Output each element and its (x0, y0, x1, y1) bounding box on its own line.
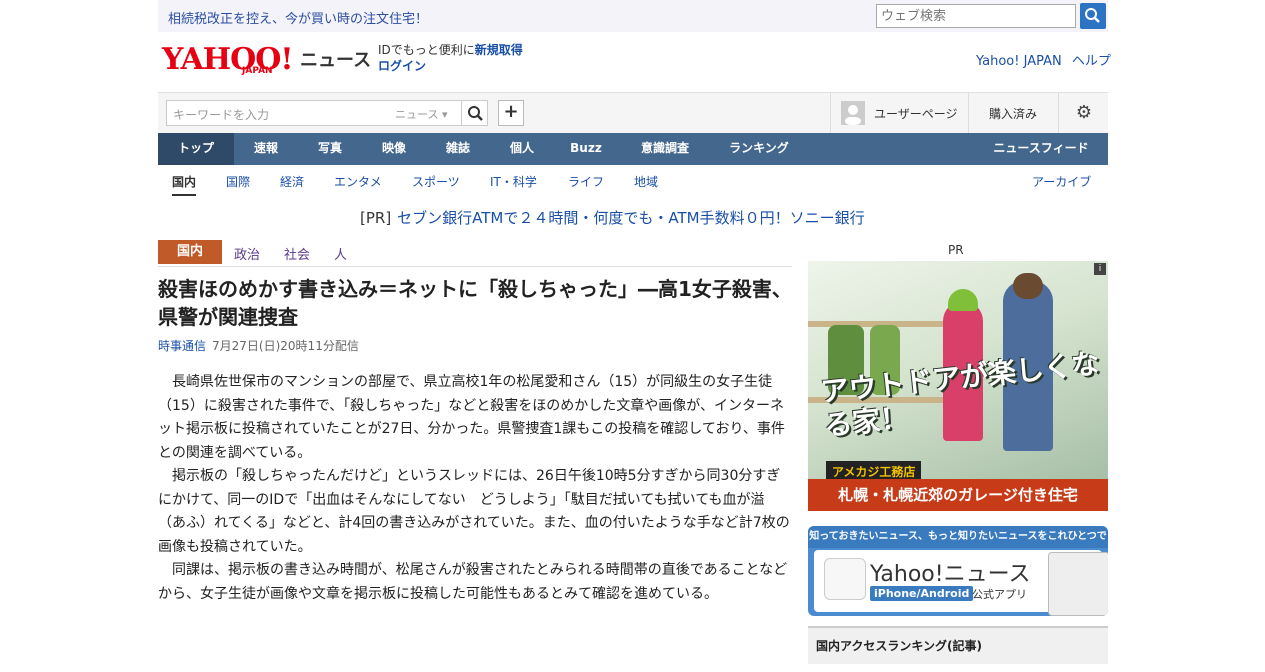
purchased-link[interactable]: 購入済み (968, 93, 1059, 133)
nav-tab-photo[interactable]: 写真 (298, 133, 362, 165)
nav-tab-top[interactable]: トップ (158, 133, 234, 165)
category-row: 国内 政治 社会 人 (158, 240, 792, 267)
article-title: 殺害ほのめかす書き込み＝ネットに「殺しちゃった」―高1女子殺害、県警が関連捜査 (158, 277, 792, 329)
settings-button[interactable]: ⚙ (1058, 93, 1109, 133)
search-icon (1085, 8, 1100, 23)
purchased-label: 購入済み (989, 107, 1038, 121)
subnav-region[interactable]: 地域 (634, 173, 658, 190)
app-icon (824, 558, 866, 600)
search-toolbar: キーワードを入力 ニュース ▾ + ユーザーページ 購入済み ⚙ (158, 92, 1108, 133)
nav-tab-ranking[interactable]: ランキング (712, 133, 806, 165)
phone-icon (1048, 552, 1108, 616)
category-badge[interactable]: 国内 (158, 240, 222, 264)
user-icon (845, 105, 861, 125)
article-source-link[interactable]: 時事通信 (158, 339, 206, 353)
user-page-link[interactable]: ユーザーページ (830, 93, 969, 133)
login-link[interactable]: ログイン (378, 59, 426, 73)
subnav-economy[interactable]: 経済 (280, 173, 304, 190)
user-page-label: ユーザーページ (874, 107, 958, 121)
keyword-search-input[interactable]: キーワードを入力 ニュース ▾ (166, 100, 488, 126)
article-paragraph: 掲示板の「殺しちゃったんだけど」というスレッドには、26日午後10時5分すぎから… (158, 468, 790, 555)
app-platform: iPhone/Android (870, 586, 974, 601)
article-paragraph: 長崎県佐世保市のマンションの部屋で、県立高校1年の松尾愛和さん（15）が同級生の… (158, 374, 785, 461)
help-link[interactable]: ヘルプ (1072, 54, 1111, 69)
app-official: 公式アプリ (972, 588, 1027, 601)
article-meta: 時事通信 7月27日(日)20時11分配信 (158, 337, 359, 354)
ad-tagline: 札幌・札幌近郊のガレージ付き住宅 (808, 479, 1108, 511)
yahoo-japan-link[interactable]: Yahoo! JAPAN (976, 54, 1062, 69)
category-link-people[interactable]: 人 (334, 244, 347, 263)
header-links: Yahoo! JAPAN ヘルプ (970, 50, 1111, 69)
web-search-button[interactable] (1080, 3, 1106, 29)
app-name: Yahoo!ニュース (870, 562, 1031, 587)
gear-icon: ⚙ (1075, 102, 1093, 123)
sidebar-pr-label: PR (948, 243, 964, 257)
display-ad-banner[interactable]: アウトドアが楽しくなる家！ アメカジ工務店 札幌・札幌近郊のガレージ付き住宅 i (808, 261, 1108, 511)
plus-icon: + (503, 101, 519, 122)
main-nav: トップ 速報 写真 映像 雑誌 個人 Buzz 意識調査 ランキング ニュースフ… (158, 133, 1108, 165)
register-link[interactable]: 新規取得 (475, 43, 523, 57)
nav-tab-video[interactable]: 映像 (362, 133, 426, 165)
keyword-search-button[interactable] (461, 101, 488, 125)
app-promo-panel: Yahoo!ニュース iPhone/Android 公式アプリ (814, 550, 1108, 616)
app-promo-caption: 知っておきたいニュース、もっと知りたいニュースをこれひとつで (808, 526, 1108, 548)
add-button[interactable]: + (498, 100, 524, 126)
pr-ad-link[interactable]: セブン銀行ATMで２４時間・何度でも・ATM手数料０円！ソニー銀行 (397, 209, 864, 227)
article-body: 長崎県佐世保市のマンションの部屋で、県立高校1年の松尾愛和さん（15）が同級生の… (158, 371, 792, 606)
subnav-entertainment[interactable]: エンタメ (334, 173, 382, 190)
web-search-input[interactable] (876, 4, 1076, 28)
subnav-life[interactable]: ライフ (568, 173, 604, 190)
category-link-society[interactable]: 社会 (284, 244, 310, 263)
subnav-it-science[interactable]: IT・科学 (490, 173, 537, 190)
promo-link[interactable]: 相続税改正を控え、今が買い時の注文住宅！ (168, 8, 428, 27)
pr-tag: [PR] (360, 209, 392, 227)
id-promo: IDでもっと便利に新規取得 ログイン (378, 42, 523, 74)
nav-tab-flash[interactable]: 速報 (234, 133, 298, 165)
logo-sub: JAPAN (242, 66, 273, 76)
article-date: 7月27日(日)20時11分配信 (212, 339, 359, 353)
search-icon (468, 106, 483, 121)
chevron-down-icon: ▾ (441, 108, 448, 121)
article-paragraph: 同課は、掲示板の書き込み時間が、松尾さんが殺害されたとみられる時間帯の直後である… (158, 562, 788, 602)
nav-tab-magazine[interactable]: 雑誌 (426, 133, 490, 165)
news-section-title: ニュース (300, 50, 372, 71)
category-link-politics[interactable]: 政治 (234, 244, 260, 263)
nav-tab-survey[interactable]: 意識調査 (618, 133, 712, 165)
app-promo-banner[interactable]: 知っておきたいニュース、もっと知りたいニュースをこれひとつで Yahoo!ニュー… (808, 526, 1108, 616)
top-promo-bar: 相続税改正を控え、今が買い時の注文住宅！ (158, 0, 1108, 32)
pr-text-ad: [PR] セブン銀行ATMで２４時間・何度でも・ATM手数料０円！ソニー銀行 (360, 207, 865, 228)
ranking-header: 国内アクセスランキング(記事) (808, 626, 1108, 664)
subnav-international[interactable]: 国際 (226, 173, 250, 190)
nav-tab-buzz[interactable]: Buzz (554, 133, 618, 165)
ad-person-head (948, 289, 978, 311)
subnav-archive[interactable]: アーカイブ (1032, 173, 1091, 190)
avatar (841, 101, 865, 125)
id-promo-text: IDでもっと便利に (378, 43, 475, 57)
subnav-domestic[interactable]: 国内 (172, 173, 197, 196)
sub-nav: 国内 国際 経済 エンタメ スポーツ IT・科学 ライフ 地域 アーカイブ (158, 166, 1108, 196)
yahoo-logo[interactable]: YAHOO! JAPAN (162, 42, 294, 77)
nav-tab-news-feed[interactable]: ニュースフィード (974, 133, 1108, 165)
keyword-placeholder: キーワードを入力 (173, 108, 270, 122)
search-category-select[interactable]: ニュース ▾ (395, 106, 447, 122)
nav-tab-individual[interactable]: 個人 (490, 133, 554, 165)
subnav-sports[interactable]: スポーツ (412, 173, 460, 190)
search-category-label: ニュース (395, 108, 439, 121)
ad-info-icon[interactable]: i (1094, 263, 1106, 275)
ad-person-head (1013, 273, 1043, 299)
